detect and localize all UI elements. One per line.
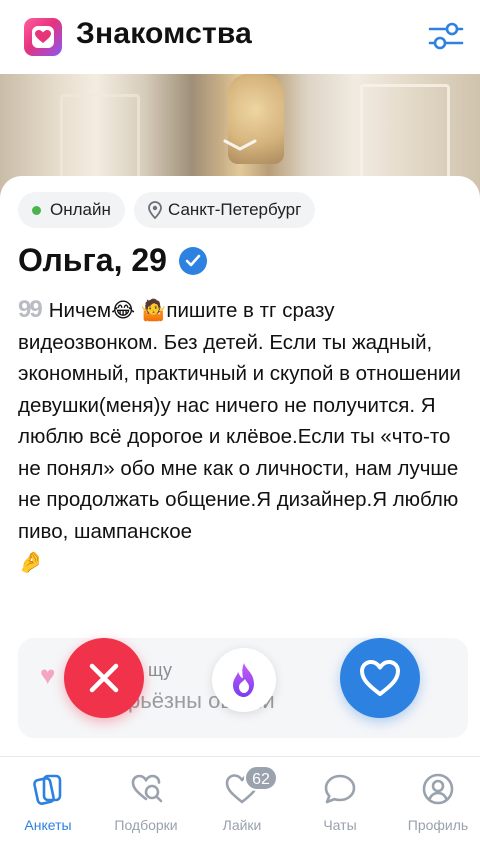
tab-chaty[interactable]: Чаты <box>292 765 388 837</box>
heart-icon <box>360 660 400 696</box>
tab-laiki[interactable]: 62 Лайки <box>194 765 290 837</box>
bio-text-rest: видеозвонком. Без детей. Если ты жадный,… <box>18 330 461 543</box>
tab-label: Профиль <box>407 817 469 833</box>
chevron-down-icon <box>223 139 257 151</box>
tab-label: Подборки <box>114 817 178 833</box>
tab-anketi[interactable]: Анкеты <box>0 765 96 837</box>
pinched-fingers-emoji-icon: 🤌 <box>18 550 44 574</box>
profile-bio: 99 Ничем😂 🤷пишите в тг сразу видеозвонком… <box>18 294 468 579</box>
name-row: Ольга, 29 <box>18 242 207 279</box>
online-dot-icon <box>32 205 41 215</box>
super-like-button[interactable] <box>212 648 276 712</box>
tab-podborki[interactable]: Подборки <box>98 765 194 837</box>
bio-text-start: Ничем <box>48 299 112 322</box>
filter-button[interactable] <box>426 20 466 52</box>
cards-icon <box>33 774 62 805</box>
profile-icon <box>422 773 454 805</box>
city-label: Санкт-Петербург <box>168 200 302 219</box>
verified-badge-icon <box>178 246 207 275</box>
goal-title: щу <box>148 660 173 680</box>
tab-label: Лайки <box>222 817 262 833</box>
online-label: Онлайн <box>50 200 111 219</box>
tab-label: Анкеты <box>24 817 72 833</box>
quote-icon: 99 <box>18 296 43 323</box>
page-title: Знакомства <box>76 17 253 50</box>
laughing-emoji-icon: 😂 <box>111 298 136 322</box>
location-pin-icon <box>148 201 162 219</box>
app-header: Знакомства <box>0 0 480 74</box>
tab-label: Чаты <box>323 817 357 833</box>
close-icon <box>89 663 119 693</box>
heart-logo-icon <box>24 18 62 56</box>
tab-profil[interactable]: Профиль <box>390 765 480 837</box>
bio-text-line1: пишите в тг сразу <box>166 299 335 322</box>
online-chip: Онлайн <box>18 192 125 228</box>
flame-icon <box>233 663 254 697</box>
heart-icon: ♥ <box>40 660 56 690</box>
city-chip: Санкт-Петербург <box>134 192 316 228</box>
heart-search-icon <box>131 774 163 803</box>
shrug-emoji-icon: 🤷 <box>140 298 167 322</box>
dislike-button[interactable] <box>64 638 144 718</box>
chat-bubble-icon <box>324 774 356 804</box>
bottom-tab-bar: Анкеты Подборки 62 Лайки Чаты Профиль <box>0 756 480 841</box>
sliders-icon <box>428 22 464 50</box>
likes-count-badge: 62 <box>244 765 278 791</box>
like-button[interactable] <box>340 638 420 718</box>
profile-name: Ольга, 29 <box>18 242 167 278</box>
